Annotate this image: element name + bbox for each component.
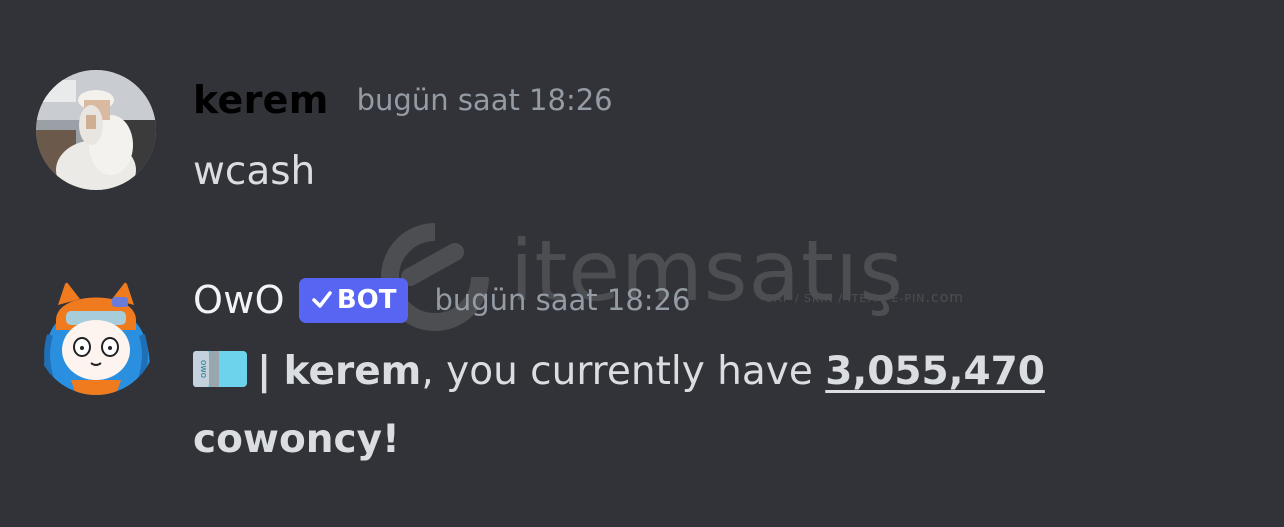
timestamp: bugün saat 18:26 — [434, 283, 691, 317]
bot-badge-label: BOT — [336, 285, 397, 315]
separator: | — [257, 349, 272, 394]
verified-check-icon — [312, 291, 332, 308]
message-middle-text: , you currently have — [421, 349, 826, 394]
username[interactable]: OwO — [193, 278, 285, 322]
bot-badge: BOT — [298, 277, 409, 323]
message-header: kerem bugün saat 18:26 — [193, 70, 1244, 130]
currency-label: cowoncy! — [193, 417, 400, 462]
cowoncy-amount: 3,055,470 — [825, 349, 1045, 394]
svg-text:owo: owo — [198, 360, 208, 379]
mention-name: kerem — [283, 349, 422, 394]
message-header: OwO BOT bugün saat 18:26 — [193, 270, 1244, 330]
username[interactable]: kerem — [193, 78, 329, 122]
chat-area: itemsatış SAP / SKIN / ITEM / E-PIN.com — [0, 0, 1284, 527]
timestamp: bugün saat 18:26 — [356, 83, 613, 117]
message-content: OwO BOT bugün saat 18:26 owo | kerem, yo… — [193, 270, 1244, 474]
message-content: kerem bugün saat 18:26 wcash — [193, 70, 1244, 206]
cowoncy-card-icon: owo — [193, 351, 247, 387]
avatar[interactable] — [36, 275, 156, 395]
message-text: owo | kerem, you currently have 3,055,47… — [193, 338, 1244, 474]
avatar[interactable] — [36, 70, 156, 190]
message-text: wcash — [193, 149, 316, 194]
